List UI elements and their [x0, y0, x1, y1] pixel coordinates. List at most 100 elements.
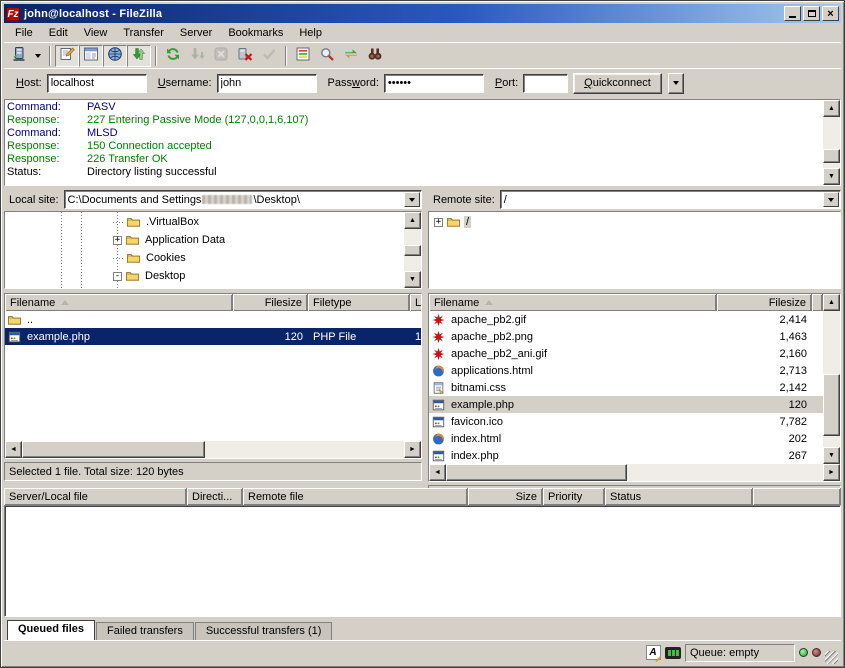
scroll-down-icon[interactable]: ▼: [404, 271, 421, 288]
tree-item-desktop[interactable]: -Desktop: [5, 267, 404, 285]
site-manager-button[interactable]: [7, 45, 31, 67]
column-header-directi-[interactable]: Directi...: [187, 488, 243, 505]
file-row-bitnami-css[interactable]: bitnami.css2,142: [429, 379, 823, 396]
scroll-down-icon[interactable]: ▼: [823, 447, 840, 464]
site-manager-dropdown-button[interactable]: [31, 45, 45, 67]
menu-bookmarks[interactable]: Bookmarks: [221, 25, 290, 41]
tab-failed-transfers[interactable]: Failed transfers: [96, 622, 194, 640]
file-row-apache-pb2-png[interactable]: apache_pb2.png1,463: [429, 328, 823, 345]
tab-queued-files[interactable]: Queued files: [7, 620, 95, 640]
file-row--[interactable]: ..: [5, 311, 421, 328]
menu-transfer[interactable]: Transfer: [116, 25, 171, 41]
column-header-filename[interactable]: Filename: [5, 294, 233, 311]
maximize-button[interactable]: [803, 6, 820, 21]
php-file-icon: [7, 330, 22, 344]
firefox-file-icon: [431, 364, 446, 378]
scroll-down-icon[interactable]: ▼: [823, 168, 840, 185]
column-header-filesize[interactable]: Filesize: [717, 294, 812, 311]
local-tree-scroll-thumb[interactable]: [404, 245, 421, 256]
close-button[interactable]: ×: [822, 6, 839, 21]
toggle-local-tree-button[interactable]: [79, 45, 103, 67]
log-scroll-thumb[interactable]: [823, 149, 840, 163]
column-header-remote-file[interactable]: Remote file: [243, 488, 468, 505]
local-hscroll-track[interactable]: [22, 441, 404, 458]
column-header-priority[interactable]: Priority: [543, 488, 605, 505]
toggle-remote-tree-button[interactable]: [103, 45, 127, 67]
file-row-apache-pb2-ani-gif[interactable]: apache_pb2_ani.gif2,160: [429, 345, 823, 362]
remote-list-scrollbar[interactable]: ▲ ▼: [823, 294, 840, 464]
menu-view[interactable]: View: [77, 25, 115, 41]
expand-icon[interactable]: +: [113, 236, 122, 245]
log-vertical-scrollbar[interactable]: ▲ ▼: [823, 100, 840, 185]
tree-item-root[interactable]: +/: [429, 213, 840, 231]
scroll-right-icon[interactable]: ►: [404, 441, 421, 458]
local-horizontal-scrollbar[interactable]: ◄ ►: [5, 441, 421, 458]
scroll-left-icon[interactable]: ◄: [5, 441, 22, 458]
log-line-text: 227 Entering Passive Mode (127,0,0,1,6,1…: [87, 114, 308, 127]
local-hscroll-thumb[interactable]: [22, 441, 205, 458]
file-row-favicon-ico[interactable]: favicon.ico7,782: [429, 413, 823, 430]
scroll-up-icon[interactable]: ▲: [823, 100, 840, 117]
remote-hscroll-thumb[interactable]: [446, 464, 627, 481]
column-header-l[interactable]: L: [410, 294, 421, 311]
resize-grip[interactable]: [825, 651, 838, 664]
local-list-panel: FilenameFilesizeFiletypeL ..example.php1…: [4, 293, 422, 459]
column-header-filename[interactable]: Filename: [429, 294, 717, 311]
menu-server[interactable]: Server: [173, 25, 219, 41]
file-row-applications-html[interactable]: applications.html2,713: [429, 362, 823, 379]
scroll-up-icon[interactable]: ▲: [823, 294, 840, 311]
remote-horizontal-scrollbar[interactable]: ◄ ►: [429, 464, 840, 481]
host-input[interactable]: [47, 74, 147, 93]
port-input[interactable]: [523, 74, 568, 93]
remote-site-combo[interactable]: /: [500, 190, 841, 209]
folder-icon: [446, 215, 461, 229]
file-row-example-php[interactable]: example.php120: [429, 396, 823, 413]
quickconnect-dropdown-button[interactable]: [668, 73, 684, 94]
remote-hscroll-track[interactable]: [446, 464, 823, 481]
quickconnect-button[interactable]: Quickconnect: [573, 73, 662, 94]
menu-help[interactable]: Help: [292, 25, 329, 41]
remote-list-scroll-track[interactable]: [823, 311, 840, 447]
log-scroll-track[interactable]: [823, 117, 840, 168]
tab-successful-transfers-1-[interactable]: Successful transfers (1): [195, 622, 333, 640]
column-header-filetype[interactable]: Filetype: [308, 294, 410, 311]
menu-edit[interactable]: Edit: [42, 25, 75, 41]
toggle-transfer-queue-button[interactable]: [127, 45, 151, 67]
data-type-ascii-icon[interactable]: A: [645, 645, 661, 661]
scroll-up-icon[interactable]: ▲: [404, 212, 421, 229]
column-header-filesize[interactable]: Filesize: [233, 294, 308, 311]
remote-list-scroll-thumb[interactable]: [823, 374, 840, 437]
tree-item-cookies[interactable]: Cookies: [5, 249, 404, 267]
column-header-size[interactable]: Size: [468, 488, 543, 505]
tree-item-application-data[interactable]: +Application Data: [5, 231, 404, 249]
collapse-icon[interactable]: -: [113, 272, 122, 281]
minimize-button[interactable]: [784, 6, 801, 21]
refresh-button[interactable]: [161, 45, 185, 67]
speed-limit-icon[interactable]: [665, 645, 681, 661]
local-site-combo[interactable]: C:\Documents and Settings\Desktop\: [64, 190, 422, 209]
scroll-left-icon[interactable]: ◄: [429, 464, 446, 481]
remote-site-dropdown-button[interactable]: [823, 192, 839, 207]
file-row-index-php[interactable]: index.php267: [429, 447, 823, 464]
toggle-message-log-button[interactable]: [55, 45, 79, 67]
scroll-right-icon[interactable]: ►: [823, 464, 840, 481]
local-site-dropdown-button[interactable]: [404, 192, 420, 207]
local-tree-scroll-track[interactable]: [404, 229, 421, 271]
directory-comparison-button[interactable]: [339, 45, 363, 67]
file-search-button[interactable]: [315, 45, 339, 67]
column-header-server-local-file[interactable]: Server/Local file: [4, 488, 187, 505]
password-input[interactable]: [384, 74, 484, 93]
filename-filters-button[interactable]: [291, 45, 315, 67]
menu-file[interactable]: File: [8, 25, 40, 41]
local-tree-scrollbar[interactable]: ▲ ▼: [404, 212, 421, 288]
queue-status-panel: Queue: empty: [685, 644, 795, 662]
find-files-button[interactable]: [363, 45, 387, 67]
file-row-apache-pb2-gif[interactable]: apache_pb2.gif2,414: [429, 311, 823, 328]
disconnect-button[interactable]: [233, 45, 257, 67]
file-row-example-php[interactable]: example.php120PHP File1: [5, 328, 421, 345]
expand-icon[interactable]: +: [434, 218, 443, 227]
file-row-index-html[interactable]: index.html202: [429, 430, 823, 447]
tree-item--virtualbox[interactable]: .VirtualBox: [5, 213, 404, 231]
username-input[interactable]: [217, 74, 317, 93]
column-header-status[interactable]: Status: [605, 488, 753, 505]
